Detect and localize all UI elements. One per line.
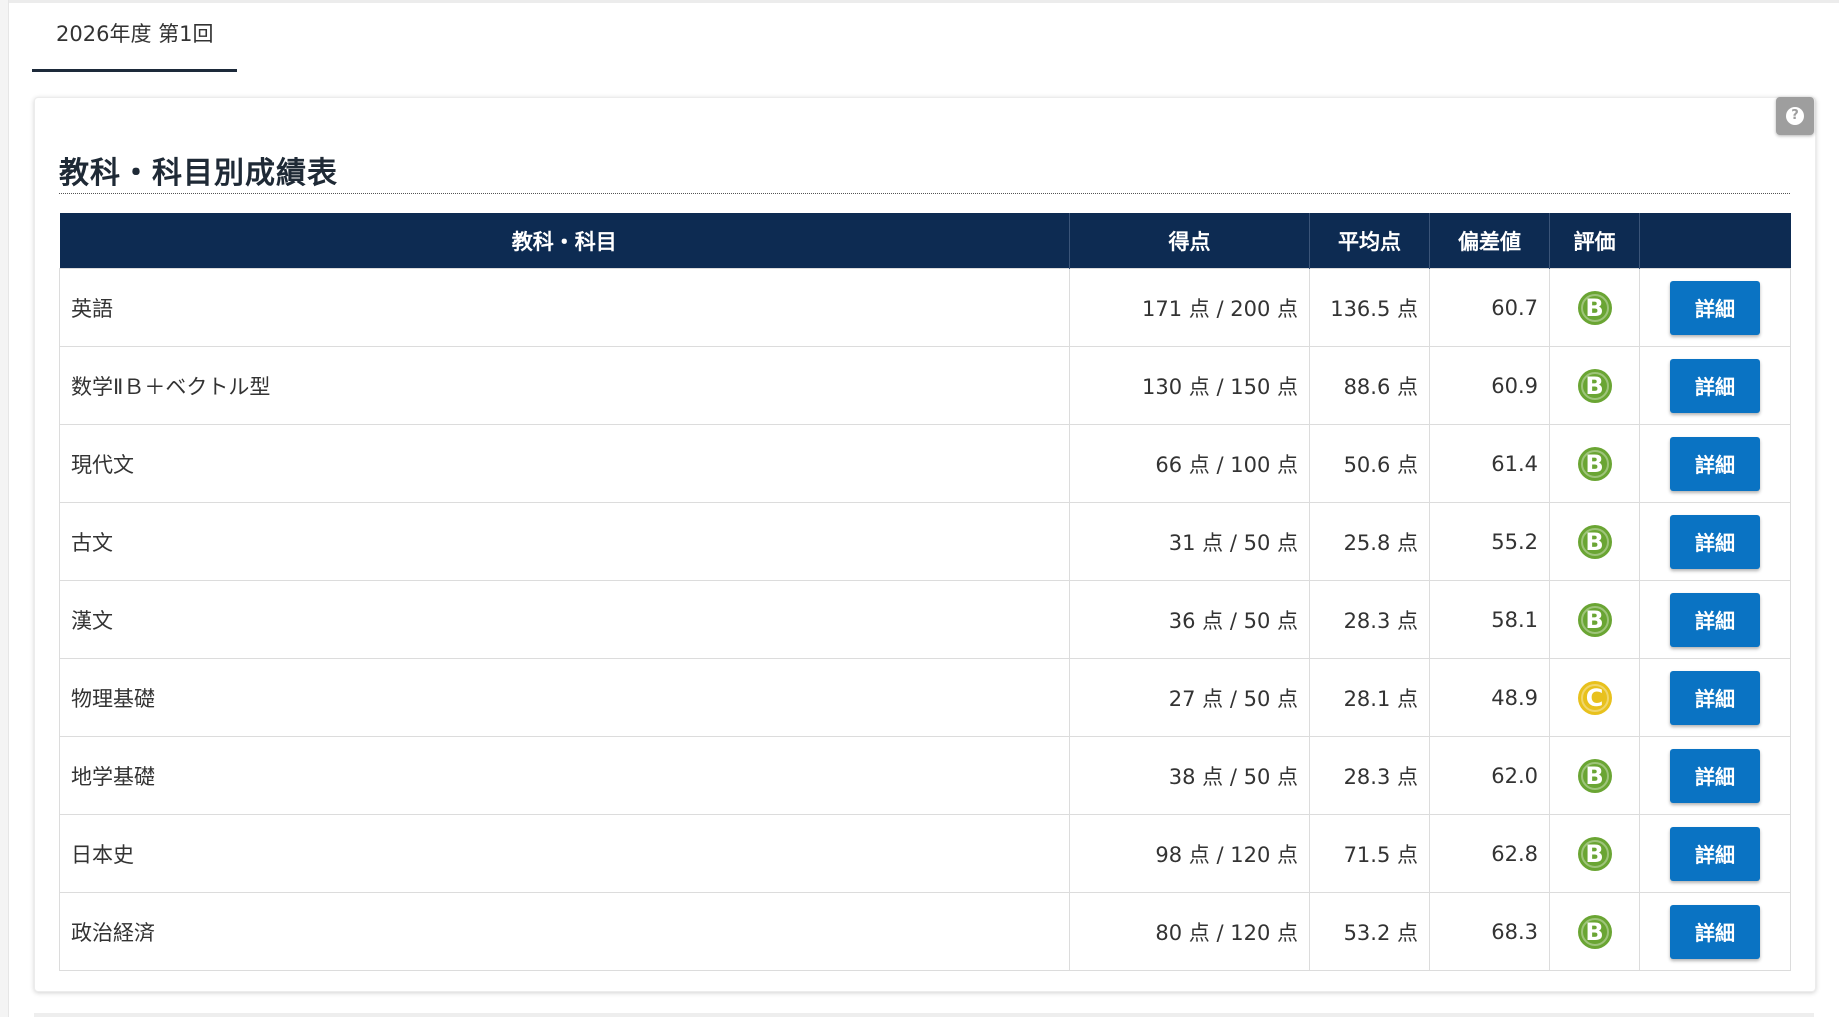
score-cell: 66 点 / 100 点 (1069, 424, 1310, 503)
action-cell: 詳細 (1639, 658, 1791, 737)
table-row: 政治経済 80 点 / 120 点 53.2 点 68.3 B 詳細 (59, 892, 1791, 971)
table-row: 地学基礎 38 点 / 50 点 28.3 点 62.0 B 詳細 (59, 736, 1791, 815)
grade-badge-icon: B (1577, 758, 1612, 793)
average-cell: 25.8 点 (1309, 502, 1430, 581)
action-cell: 詳細 (1639, 814, 1791, 893)
score-cell: 80 点 / 120 点 (1069, 892, 1310, 971)
grade-badge-icon: B (1577, 836, 1612, 871)
table-row: 日本史 98 点 / 120 点 71.5 点 62.8 B 詳細 (59, 814, 1791, 893)
header-grade: 評価 (1549, 213, 1640, 269)
average-cell: 28.3 点 (1309, 580, 1430, 659)
grade-badge-icon: B (1577, 914, 1612, 949)
grade-cell: B (1549, 814, 1640, 893)
header-score: 得点 (1069, 213, 1310, 269)
action-cell: 詳細 (1639, 892, 1791, 971)
grade-badge-icon: B (1577, 524, 1612, 559)
top-edge (0, 0, 1839, 3)
average-cell: 136.5 点 (1309, 268, 1430, 347)
grade-cell: B (1549, 424, 1640, 503)
grade-cell: B (1549, 736, 1640, 815)
average-cell: 28.3 点 (1309, 736, 1430, 815)
score-cell: 98 点 / 120 点 (1069, 814, 1310, 893)
grade-cell: C (1549, 658, 1640, 737)
grade-cell: B (1549, 346, 1640, 425)
score-cell: 31 点 / 50 点 (1069, 502, 1310, 581)
subject-cell: 英語 (59, 268, 1070, 347)
subject-cell: 数学ⅡＢ＋ベクトル型 (59, 346, 1070, 425)
deviation-cell: 60.7 (1429, 268, 1550, 347)
subject-cell: 現代文 (59, 424, 1070, 503)
tab-2026-round-1[interactable]: 2026年度 第1回 (32, 0, 238, 72)
tab-bar: 2026年度 第1回 (32, 0, 238, 72)
grade-cell: B (1549, 502, 1640, 581)
score-cell: 171 点 / 200 点 (1069, 268, 1310, 347)
table-row: 古文 31 点 / 50 点 25.8 点 55.2 B 詳細 (59, 502, 1791, 581)
deviation-cell: 68.3 (1429, 892, 1550, 971)
detail-button[interactable]: 詳細 (1670, 748, 1760, 803)
deviation-cell: 58.1 (1429, 580, 1550, 659)
subject-cell: 古文 (59, 502, 1070, 581)
action-cell: 詳細 (1639, 268, 1791, 347)
left-edge (0, 0, 9, 1017)
table-body: 英語 171 点 / 200 点 136.5 点 60.7 B 詳細 数学ⅡＢ＋ベクトル型 1… (59, 268, 1791, 971)
average-cell: 71.5 点 (1309, 814, 1430, 893)
table-row: 現代文 66 点 / 100 点 50.6 点 61.4 B 詳細 (59, 424, 1791, 503)
action-cell: 詳細 (1639, 580, 1791, 659)
score-cell: 36 点 / 50 点 (1069, 580, 1310, 659)
deviation-cell: 62.0 (1429, 736, 1550, 815)
header-average: 平均点 (1309, 213, 1430, 269)
next-card-edge (34, 1013, 1814, 1017)
header-deviation: 偏差値 (1429, 213, 1550, 269)
table-header-row: 教科・科目 得点 平均点 偏差値 評価 (59, 213, 1791, 269)
detail-button[interactable]: 詳細 (1670, 592, 1760, 647)
table-row: 英語 171 点 / 200 点 136.5 点 60.7 B 詳細 (59, 268, 1791, 347)
table-row: 物理基礎 27 点 / 50 点 28.1 点 48.9 C 詳細 (59, 658, 1791, 737)
score-cell: 38 点 / 50 点 (1069, 736, 1310, 815)
detail-button[interactable]: 詳細 (1670, 280, 1760, 335)
subject-cell: 物理基礎 (59, 658, 1070, 737)
average-cell: 88.6 点 (1309, 346, 1430, 425)
score-table: 教科・科目 得点 平均点 偏差値 評価 英語 171 点 / 200 点 136.5… (59, 213, 1791, 971)
detail-button[interactable]: 詳細 (1670, 514, 1760, 569)
deviation-cell: 61.4 (1429, 424, 1550, 503)
detail-button[interactable]: 詳細 (1670, 904, 1760, 959)
section-title: 教科・科目別成績表 (59, 156, 338, 191)
grade-cell: B (1549, 892, 1640, 971)
score-cell: 27 点 / 50 点 (1069, 658, 1310, 737)
average-cell: 53.2 点 (1309, 892, 1430, 971)
header-subject: 教科・科目 (59, 213, 1070, 269)
table-row: 数学ⅡＢ＋ベクトル型 130 点 / 150 点 88.6 点 60.9 B 詳細 (59, 346, 1791, 425)
action-cell: 詳細 (1639, 736, 1791, 815)
subject-cell: 地学基礎 (59, 736, 1070, 815)
detail-button[interactable]: 詳細 (1670, 670, 1760, 725)
score-cell: 130 点 / 150 点 (1069, 346, 1310, 425)
detail-button[interactable]: 詳細 (1670, 358, 1760, 413)
action-cell: 詳細 (1639, 346, 1791, 425)
grade-badge-icon: B (1577, 290, 1612, 325)
grade-badge-icon: B (1577, 602, 1612, 637)
detail-button[interactable]: 詳細 (1670, 826, 1760, 881)
action-cell: 詳細 (1639, 424, 1791, 503)
average-cell: 28.1 点 (1309, 658, 1430, 737)
question-icon: ? (1786, 107, 1804, 125)
subject-cell: 日本史 (59, 814, 1070, 893)
deviation-cell: 55.2 (1429, 502, 1550, 581)
deviation-cell: 60.9 (1429, 346, 1550, 425)
deviation-cell: 48.9 (1429, 658, 1550, 737)
subject-cell: 政治経済 (59, 892, 1070, 971)
detail-button[interactable]: 詳細 (1670, 436, 1760, 491)
grade-cell: B (1549, 580, 1640, 659)
table-row: 漢文 36 点 / 50 点 28.3 点 58.1 B 詳細 (59, 580, 1791, 659)
grade-badge-icon: C (1577, 680, 1612, 715)
grade-badge-icon: B (1577, 446, 1612, 481)
average-cell: 50.6 点 (1309, 424, 1430, 503)
deviation-cell: 62.8 (1429, 814, 1550, 893)
header-action (1639, 213, 1791, 269)
title-divider (59, 193, 1790, 194)
action-cell: 詳細 (1639, 502, 1791, 581)
grade-cell: B (1549, 268, 1640, 347)
help-button[interactable]: ? (1776, 97, 1814, 135)
grade-badge-icon: B (1577, 368, 1612, 403)
subject-cell: 漢文 (59, 580, 1070, 659)
